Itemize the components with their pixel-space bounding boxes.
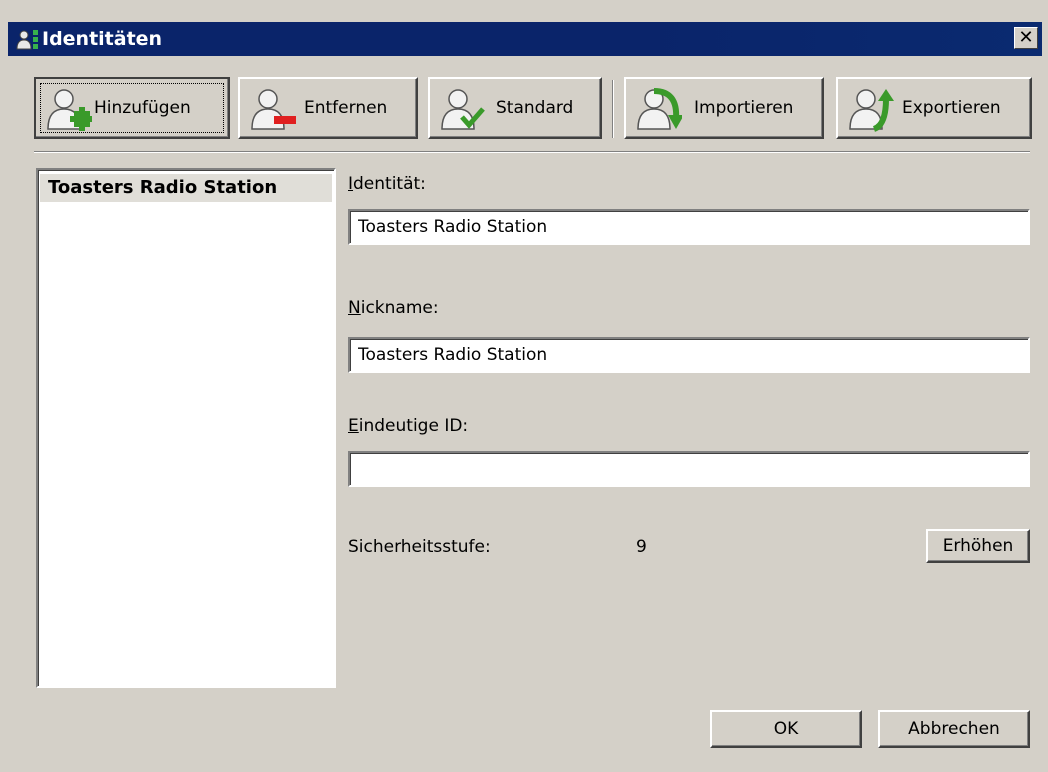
- user-default-icon: [441, 89, 485, 130]
- header-separator: [34, 151, 1030, 153]
- import-identity-label: Importieren: [694, 98, 794, 118]
- security-level-value: 9: [636, 537, 647, 557]
- default-identity-button[interactable]: Standard: [428, 77, 602, 139]
- identity-field[interactable]: [348, 209, 1030, 245]
- export-identity-button[interactable]: Exportieren: [836, 77, 1032, 139]
- user-import-icon: [637, 88, 682, 130]
- user-add-icon: [47, 89, 92, 131]
- export-identity-label: Exportieren: [902, 98, 1001, 118]
- user-export-icon: [849, 89, 894, 132]
- add-identity-label: Hinzufügen: [94, 98, 191, 118]
- title-bar[interactable]: Identitäten ✕: [8, 22, 1042, 56]
- identity-list[interactable]: Toasters Radio Station: [36, 168, 336, 688]
- user-remove-icon: [251, 89, 296, 130]
- ok-button[interactable]: OK: [710, 710, 862, 748]
- import-identity-button[interactable]: Importieren: [624, 77, 824, 139]
- toolbar-separator: [612, 80, 614, 138]
- remove-identity-button[interactable]: Entfernen: [238, 77, 418, 139]
- add-identity-button[interactable]: Hinzufügen: [34, 77, 230, 139]
- identities-dialog: Identitäten ✕ Hinzufügen Entfernen Stand…: [0, 0, 1048, 772]
- remove-identity-label: Entfernen: [304, 98, 388, 118]
- nickname-field[interactable]: [348, 337, 1030, 373]
- security-level-label: Sicherheitsstufe:: [348, 537, 491, 557]
- raise-security-button[interactable]: Erhöhen: [926, 529, 1030, 563]
- nickname-label: Nickname:: [348, 298, 439, 318]
- close-button[interactable]: ✕: [1014, 27, 1038, 49]
- list-item[interactable]: Toasters Radio Station: [40, 174, 332, 202]
- unique-id-label: Eindeutige ID:: [348, 416, 469, 436]
- default-identity-label: Standard: [496, 98, 574, 118]
- cancel-button[interactable]: Abbrechen: [878, 710, 1030, 748]
- unique-id-field[interactable]: [348, 451, 1030, 487]
- close-icon: ✕: [1018, 27, 1034, 48]
- identities-icon: [16, 30, 38, 50]
- window-title: Identitäten: [42, 28, 163, 50]
- identity-label: Identität:: [348, 174, 426, 194]
